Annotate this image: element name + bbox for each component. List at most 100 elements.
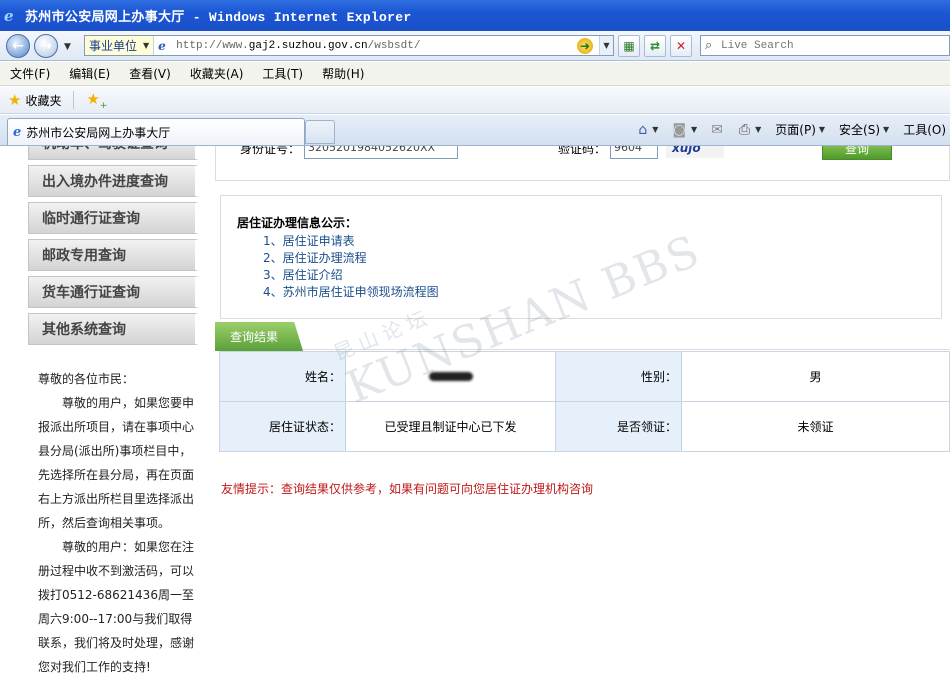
compat-view-button[interactable]: ▦	[618, 35, 640, 57]
info-link-item: 4、苏州市居住证申领现场流程图	[263, 284, 941, 301]
compat-icon: ▦	[623, 39, 635, 53]
favorites-star-icon: ★	[8, 91, 22, 109]
refresh-icon: ⇄	[649, 39, 661, 53]
id-number-input[interactable]: 3205201984052620XX	[304, 146, 458, 159]
page-icon: e	[158, 38, 166, 53]
captcha-input[interactable]: 9604	[610, 146, 658, 159]
notice-panel: 尊敬的各位市民： 尊敬的用户，如果您要申报派出所项目，请在事项中心县分局(派出所…	[38, 367, 200, 679]
search-box[interactable]: ⌕	[700, 35, 950, 56]
name-label: 姓名：	[219, 351, 346, 402]
window-title: 苏州市公安局网上办事大厅 - Windows Internet Explorer	[25, 10, 412, 25]
chevron-down-icon: ▼	[143, 41, 150, 50]
name-value	[345, 351, 556, 402]
print-icon: ⎙	[738, 121, 751, 138]
chevron-down-icon: ▼	[691, 125, 698, 134]
menu-edit[interactable]: 编辑(E)	[69, 65, 110, 82]
notice-paragraph: 尊敬的用户：如果您在注册过程中收不到激活码，可以拨打0512-68621436周…	[38, 540, 195, 674]
safety-menu-button[interactable]: 安全(S) ▼	[839, 121, 889, 138]
chevron-down-icon: ▼	[883, 125, 890, 134]
table-row: 居住证状态： 已受理且制证中心已下发 是否领证： 未领证	[219, 401, 950, 452]
search-input[interactable]	[721, 39, 921, 52]
title-bar: e 苏州市公安局网上办事大厅 - Windows Internet Explor…	[0, 0, 950, 31]
query-form: 身份证号： 3205201984052620XX 验证码： 9604 xujo …	[215, 146, 950, 181]
mail-icon: ✉	[711, 121, 723, 138]
link-process[interactable]: 2、居住证办理流程	[263, 251, 367, 265]
feed-icon: ◙	[672, 121, 687, 138]
sidebar-item-postal[interactable]: 邮政专用查询	[28, 239, 199, 271]
link-application-form[interactable]: 1、居住证申请表	[263, 234, 355, 248]
ie-logo-icon: e	[4, 6, 14, 25]
tab-bar: e 苏州市公安局网上办事大厅 ⌂ ▼ ◙ ▼ ✉ ⎙ ▼ 页面(P) ▼ 安全(S) ▼ …	[0, 115, 950, 146]
tab-current[interactable]: e 苏州市公安局网上办事大厅	[7, 118, 305, 145]
gender-value: 男	[681, 351, 950, 402]
collected-label: 是否领证：	[555, 401, 682, 452]
forward-arrow-icon: →	[40, 38, 52, 54]
menu-bar: 文件(F) 编辑(E) 查看(V) 收藏夹(A) 工具(T) 帮助(H)	[0, 62, 950, 86]
home-icon: ⌂	[638, 121, 648, 138]
info-link-item: 2、居住证办理流程	[263, 250, 941, 267]
sidebar-item-vehicle-license[interactable]: 机动车、驾驶证查询	[28, 146, 199, 160]
print-button[interactable]: ⎙ ▼	[739, 122, 761, 138]
new-tab-button[interactable]	[305, 120, 335, 144]
divider	[73, 91, 75, 109]
code-label: 验证码：	[558, 146, 607, 156]
menu-help[interactable]: 帮助(H)	[322, 65, 364, 82]
stop-button[interactable]: ✕	[670, 35, 692, 57]
feeds-button[interactable]: ◙ ▼	[672, 122, 697, 138]
favorites-bar: ★ 收藏夹 ★+	[0, 87, 950, 114]
sidebar-item-truck-pass[interactable]: 货车通行证查询	[28, 276, 199, 308]
id-label: 身份证号：	[240, 146, 301, 156]
home-button[interactable]: ⌂ ▼	[638, 122, 658, 138]
chevron-down-icon: ▼	[652, 125, 659, 134]
collected-value: 未领证	[681, 401, 950, 452]
residence-info-box: 居住证办理信息公示： 1、居住证申请表 2、居住证办理流程 3、居住证介绍 4、…	[220, 195, 942, 319]
sidebar-item-other[interactable]: 其他系统查询	[28, 313, 199, 345]
add-favorite-icon[interactable]: ★+	[86, 90, 107, 111]
history-dropdown-icon[interactable]: ▼	[64, 42, 71, 52]
sidebar-menu: 机动车、驾驶证查询 出入境办件进度查询 临时通行证查询 邮政专用查询 货车通行证…	[28, 146, 199, 350]
menu-favorites[interactable]: 收藏夹(A)	[190, 65, 244, 82]
menu-tools[interactable]: 工具(T)	[262, 65, 303, 82]
friendly-tip: 友情提示：查询结果仅供参考，如果有问题可向您居住证办理机构咨询	[221, 482, 594, 496]
chevron-down-icon: ▼	[818, 125, 826, 134]
mail-button[interactable]: ✉	[711, 122, 725, 138]
result-tab[interactable]: 查询结果	[215, 322, 303, 351]
tab-page-icon: e	[13, 124, 22, 140]
info-heading: 居住证办理信息公示：	[237, 216, 358, 230]
address-dropdown-icon[interactable]: ▼	[599, 36, 613, 55]
back-button[interactable]: ←	[6, 34, 30, 58]
redacted-name	[428, 371, 473, 381]
info-link-item: 3、居住证介绍	[263, 267, 941, 284]
zone-selector[interactable]: 事业单位 ▼	[85, 36, 155, 55]
info-link-item: 1、居住证申请表	[263, 233, 941, 250]
link-flowchart[interactable]: 4、苏州市居住证申领现场流程图	[263, 285, 439, 299]
back-arrow-icon: ←	[12, 38, 24, 54]
captcha-image[interactable]: xujo	[666, 146, 724, 158]
status-label: 居住证状态：	[219, 401, 346, 452]
address-bar: ← → ▼ 事业单位 ▼ e http://www.gaj2.suzhou.gov…	[0, 31, 950, 61]
favorites-button[interactable]: 收藏夹	[25, 92, 61, 109]
tools-menu-button[interactable]: 工具(O)	[903, 121, 946, 138]
status-value: 已受理且制证中心已下发	[345, 401, 556, 452]
url-text[interactable]: http://www.gaj2.suzhou.gov.cn/wsbsdt/	[176, 40, 577, 52]
notice-greeting: 尊敬的各位市民：	[38, 372, 135, 386]
query-button[interactable]: 查询	[822, 146, 892, 160]
go-icon[interactable]: ➜	[577, 37, 593, 54]
menu-file[interactable]: 文件(F)	[10, 65, 50, 82]
notice-paragraph: 尊敬的用户，如果您要申报派出所项目，请在事项中心县分局(派出所)事项栏目中，先选…	[38, 396, 195, 530]
sidebar-item-exit-entry[interactable]: 出入境办件进度查询	[28, 165, 199, 197]
refresh-button[interactable]: ⇄	[644, 35, 666, 57]
table-row: 姓名： 性别： 男	[219, 351, 950, 402]
chevron-down-icon: ▼	[755, 125, 762, 134]
command-bar: ⌂ ▼ ◙ ▼ ✉ ⎙ ▼ 页面(P) ▼ 安全(S) ▼ 工具(O)	[624, 121, 946, 138]
menu-view[interactable]: 查看(V)	[129, 65, 171, 82]
page-menu-button[interactable]: 页面(P) ▼	[775, 121, 825, 138]
gender-label: 性别：	[555, 351, 682, 402]
search-icon: ⌕	[705, 38, 713, 53]
result-table: 姓名： 性别： 男 居住证状态： 已受理且制证中心已下发 是否领证： 未领证	[219, 351, 950, 452]
sidebar-item-temp-pass[interactable]: 临时通行证查询	[28, 202, 199, 234]
forward-button[interactable]: →	[34, 34, 58, 58]
address-field[interactable]: 事业单位 ▼ e http://www.gaj2.suzhou.gov.cn/ws…	[84, 35, 614, 56]
link-introduction[interactable]: 3、居住证介绍	[263, 268, 343, 282]
tab-label: 苏州市公安局网上办事大厅	[26, 125, 171, 140]
